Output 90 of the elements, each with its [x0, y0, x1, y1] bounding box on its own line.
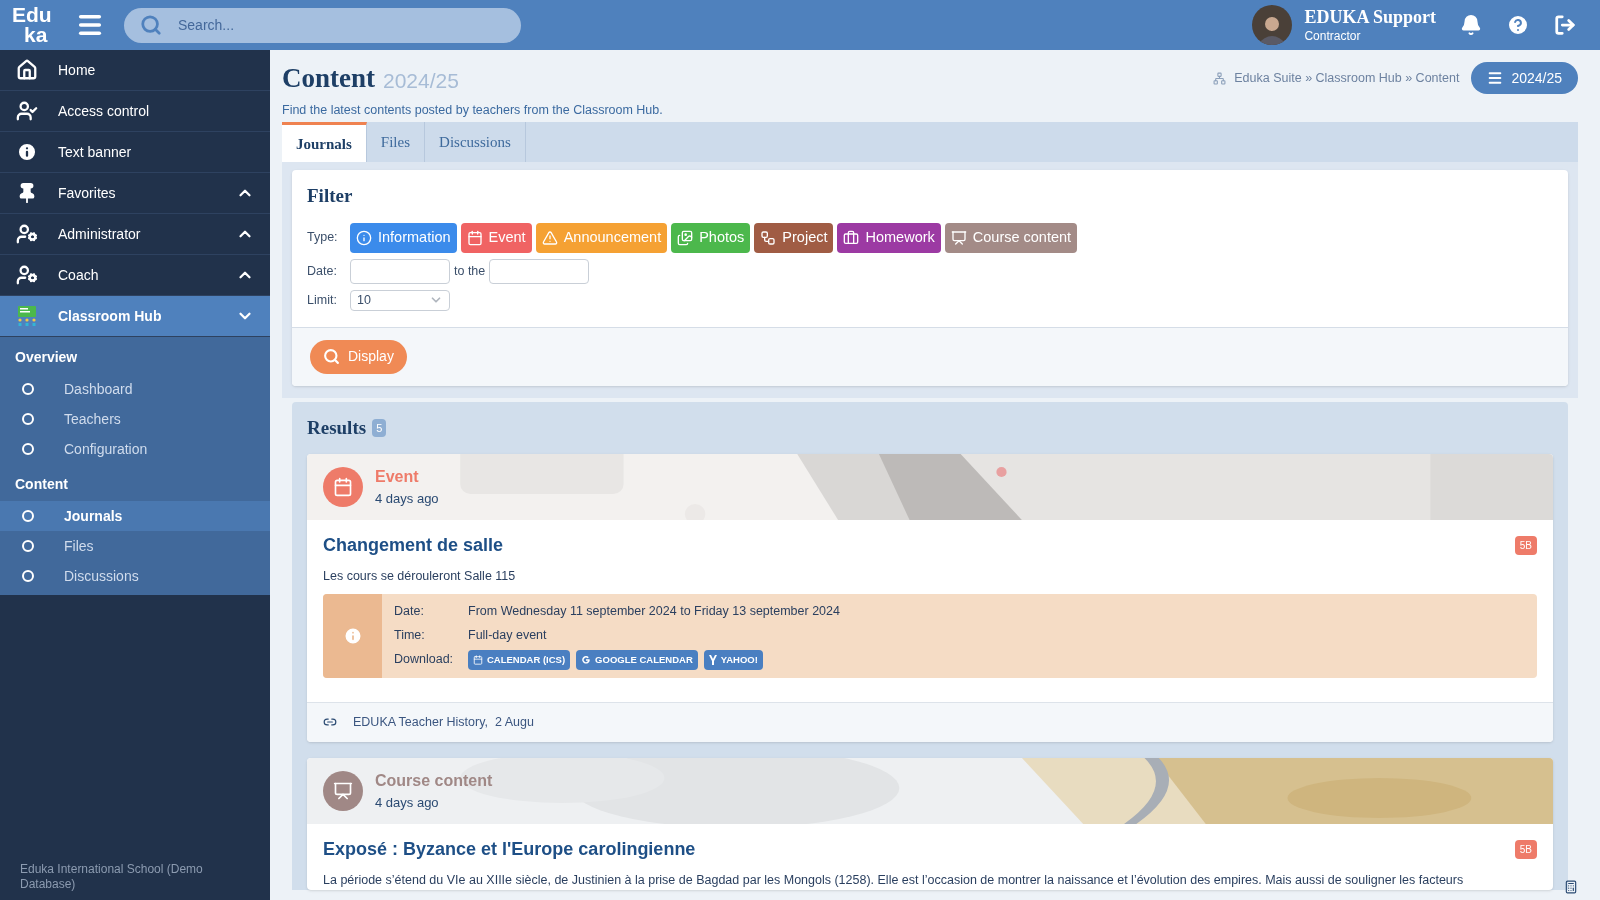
info-icon — [356, 229, 372, 246]
download-button[interactable]: YAHOO! — [703, 649, 763, 670]
post-type: Event — [375, 467, 420, 488]
breadcrumb[interactable]: Eduka Suite » Classroom Hub » Content — [1234, 68, 1460, 88]
y-logo-icon — [708, 654, 717, 665]
search-icon — [140, 13, 162, 36]
post-title[interactable]: Changement de salle — [323, 532, 504, 560]
date-to-field[interactable] — [489, 258, 590, 284]
page-subtitle: Find the latest contents posted by teachers from the Classroom Hub. — [282, 101, 664, 119]
type-label: Type: — [307, 229, 339, 247]
briefcase-icon — [843, 229, 860, 246]
sidebar-item[interactable]: Access control — [0, 91, 270, 132]
post-time: 4 days ago — [375, 794, 440, 811]
download-button[interactable]: CALENDAR (ICS) — [468, 649, 571, 670]
bell-icon[interactable] — [1460, 14, 1482, 36]
presentation-icon — [333, 780, 353, 801]
type-filter-button[interactable]: Information — [350, 222, 457, 253]
home-icon — [16, 59, 38, 81]
info-icon — [16, 141, 38, 163]
sidebar-item[interactable]: Home — [0, 50, 270, 91]
type-filter-button[interactable]: Course content — [944, 222, 1078, 253]
calendar-icon — [473, 654, 483, 665]
type-filter-button[interactable]: Project — [754, 222, 834, 253]
results-title: Results — [307, 415, 367, 440]
school-year: 2024/25 — [383, 67, 459, 94]
date-label: Date: — [307, 262, 338, 280]
help-icon[interactable] — [1506, 13, 1530, 37]
page-title: Content — [282, 62, 375, 95]
filter-title: Filter — [307, 184, 354, 209]
to-label: to the — [454, 262, 486, 280]
year-button[interactable]: 2024/25 — [1471, 62, 1578, 95]
post-body: La période s’étend du VIe au XIIIe siècle, de Justinien à la prise de Bagdad par les Mongols (1258). Elle est l’occasion de montrer la naissance et l’évolution des empires. Mais aussi de souligner les facteurs — [323, 871, 1465, 889]
menu-icon — [1487, 70, 1504, 87]
user-role: Contractor — [1304, 28, 1362, 44]
images-icon — [677, 229, 694, 246]
info-icon — [342, 625, 363, 646]
avatar[interactable] — [1252, 5, 1293, 45]
detail-label: Date: — [394, 603, 425, 620]
logout-icon[interactable] — [1554, 14, 1576, 36]
detail-value: Full-day event — [468, 626, 547, 644]
user-badge-icon — [16, 264, 38, 286]
calendar-icon — [466, 229, 483, 246]
post-title[interactable]: Exposé : Byzance et l'Europe carolingienne — [323, 835, 696, 863]
download-button[interactable]: GOOGLE CALENDAR — [576, 649, 698, 670]
type-filter-button[interactable]: Event — [460, 222, 532, 253]
class-tag: 5B — [1514, 536, 1537, 556]
submenu-heading: Overview — [14, 348, 79, 367]
post-author: EDUKA Teacher History, 2 Augu — [353, 713, 534, 731]
search-field[interactable]: Search... — [124, 7, 521, 43]
display-button[interactable]: Display — [310, 339, 407, 374]
limit-select[interactable]: 10 — [350, 289, 450, 311]
class-tag: 5B — [1514, 839, 1537, 859]
submenu-heading: Content — [14, 475, 69, 494]
detail-label: Time: — [394, 626, 426, 644]
diagram-icon — [760, 229, 777, 246]
user-name: EDUKA Support — [1304, 6, 1436, 29]
type-filter-button[interactable]: Photos — [671, 222, 751, 253]
calendar-icon — [333, 477, 353, 498]
sidebar-item[interactable]: Favorites — [0, 173, 270, 214]
post-time: 4 days ago — [375, 491, 439, 508]
submenu-item[interactable]: Discussions — [0, 561, 270, 591]
type-filter-button[interactable]: Announcement — [535, 222, 668, 253]
classroom-icon — [16, 305, 38, 327]
school-name: Eduka International School (Demo Database) — [19, 862, 204, 893]
g-logo-icon — [581, 654, 592, 665]
type-filter-button[interactable]: Homework — [837, 222, 941, 253]
calculator-icon[interactable] — [1564, 880, 1578, 894]
submenu-item[interactable]: Configuration — [0, 434, 270, 464]
detail-label: Download: — [394, 651, 455, 669]
sidebar-item[interactable]: Classroom Hub — [0, 296, 270, 337]
sidebar-item[interactable]: Text banner — [0, 132, 270, 173]
sitemap-icon — [1213, 71, 1227, 85]
submenu-item[interactable]: Dashboard — [0, 374, 270, 404]
submenu-item[interactable]: Journals — [0, 501, 270, 531]
date-from-field[interactable] — [350, 258, 450, 284]
submenu-item[interactable]: Files — [0, 531, 270, 561]
results-count: 5 — [372, 418, 387, 438]
detail-value: From Wednesday 11 september 2024 to Friday 13 september 2024 — [468, 603, 840, 620]
user-badge-icon — [16, 223, 38, 245]
limit-label: Limit: — [307, 291, 338, 309]
sidebar-item[interactable]: Administrator — [0, 214, 270, 255]
warning-icon — [541, 229, 558, 246]
user-check-icon — [16, 100, 38, 122]
search-icon — [323, 348, 340, 366]
submenu-item[interactable]: Teachers — [0, 404, 270, 434]
logo[interactable]: Edu ka — [12, 5, 60, 45]
post-body: Les cours se dérouleront Salle 115 — [323, 568, 517, 586]
post-type: Course content — [375, 770, 493, 791]
tab[interactable]: Journals — [282, 122, 367, 163]
presentation-icon — [950, 229, 967, 246]
